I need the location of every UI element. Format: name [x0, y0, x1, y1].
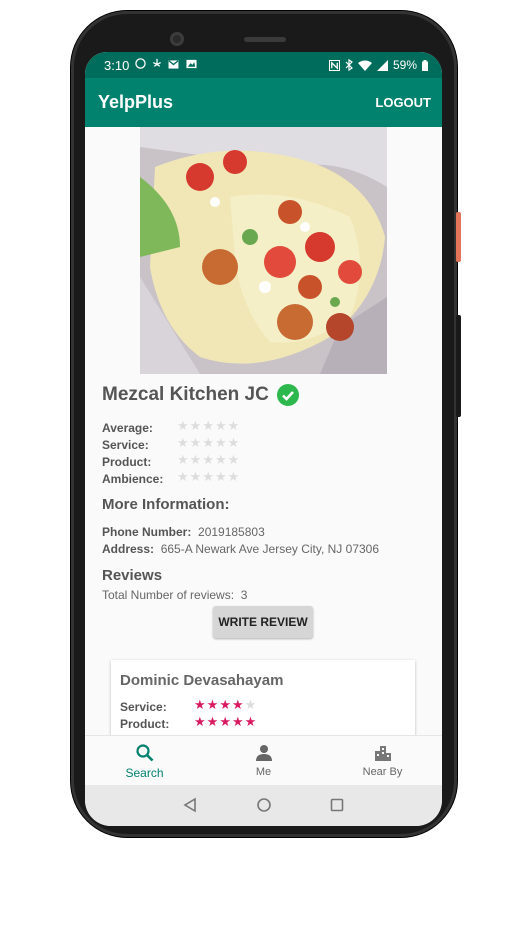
- star-empty-icon: ★: [189, 452, 203, 467]
- star-empty-icon: ★: [214, 418, 228, 433]
- rating-label-service: Service:: [102, 438, 149, 452]
- phone-label: Phone Number:: [102, 525, 192, 539]
- star-empty-icon: ★: [214, 469, 228, 484]
- reviews-heading: Reviews: [102, 567, 163, 584]
- phone-number[interactable]: 2019185803: [198, 525, 265, 539]
- app-bar: YelpPlus LOGOUT: [85, 78, 442, 127]
- star-empty-icon: ★: [202, 418, 215, 433]
- star-empty-icon: ★: [227, 469, 241, 484]
- city-icon: [374, 746, 391, 761]
- person-icon: [255, 745, 272, 761]
- star-empty-icon: ★: [189, 435, 203, 450]
- nav-near-by[interactable]: Near By: [323, 736, 442, 786]
- star-filled-icon: ★: [219, 697, 232, 712]
- star-empty-icon: ★: [227, 418, 241, 433]
- review-service-stars: ★★★★★: [194, 697, 257, 713]
- system-icons: 59%: [328, 58, 428, 72]
- star-filled-icon: ★: [194, 697, 207, 712]
- review-service-label: Service:: [120, 700, 167, 714]
- more-info-heading: More Information:: [102, 496, 230, 513]
- notification-icons: [135, 58, 197, 72]
- address-row: Address: 665-A Newark Ave Jersey City, N…: [102, 542, 379, 556]
- address-label: Address:: [102, 542, 155, 556]
- star-empty-icon: ★: [227, 452, 241, 467]
- nav-me-label: Me: [255, 766, 272, 778]
- phone-row: Phone Number: 2019185803: [102, 525, 265, 539]
- reviewer-name: Dominic Devasahayam: [120, 672, 284, 689]
- star-filled-icon: ★: [194, 714, 207, 729]
- write-review-button[interactable]: WRITE REVIEW: [213, 606, 313, 638]
- star-empty-icon: ★: [177, 435, 190, 450]
- star-empty-icon: ★: [177, 452, 190, 467]
- total-reviews-row: Total Number of reviews: 3: [102, 588, 247, 602]
- volume-button: [456, 315, 461, 417]
- power-button: [456, 212, 461, 262]
- star-empty-icon: ★: [202, 435, 215, 450]
- rating-label-ambience: Ambience:: [102, 472, 164, 486]
- rating-label-product: Product:: [102, 455, 152, 469]
- photo-icon: [185, 59, 197, 69]
- business-name-row: Mezcal Kitchen JC: [102, 384, 299, 406]
- star-filled-icon: ★: [219, 714, 232, 729]
- nav-search-label: Search: [125, 766, 164, 780]
- stars-average: ★★★★★: [177, 418, 240, 434]
- system-navigation-bar: [85, 785, 442, 826]
- star-empty-icon: ★: [244, 697, 258, 712]
- star-empty-icon: ★: [189, 469, 203, 484]
- star-filled-icon: ★: [206, 714, 220, 729]
- status-bar: 3:10 59%: [85, 52, 442, 78]
- nav-search[interactable]: Search: [85, 736, 204, 786]
- wifi-icon: [357, 60, 372, 71]
- gmail-icon: [168, 60, 179, 69]
- business-detail-content[interactable]: Mezcal Kitchen JC Average: ★★★★★ Service…: [85, 127, 442, 735]
- bottom-navigation: Search Me Near By: [85, 735, 442, 786]
- star-empty-icon: ★: [202, 469, 215, 484]
- app-title: YelpPlus: [98, 92, 174, 112]
- home-icon[interactable]: [255, 796, 273, 814]
- nav-near-by-label: Near By: [362, 766, 403, 778]
- total-reviews-label: Total Number of reviews:: [102, 588, 235, 602]
- earpiece-speaker: [244, 37, 286, 42]
- business-name: Mezcal Kitchen JC: [102, 384, 269, 405]
- stars-product: ★★★★★: [177, 452, 240, 468]
- star-empty-icon: ★: [227, 435, 241, 450]
- address-value[interactable]: 665-A Newark Ave Jersey City, NJ 07306: [161, 542, 379, 556]
- star-empty-icon: ★: [177, 469, 190, 484]
- business-photo: [140, 127, 387, 374]
- battery-icon: [422, 59, 428, 71]
- nav-me[interactable]: Me: [204, 736, 323, 786]
- battery-percent: 59%: [392, 58, 417, 72]
- verified-check-icon: [276, 384, 299, 406]
- yelp-icon: [153, 58, 162, 67]
- star-filled-icon: ★: [231, 697, 245, 712]
- logout-button[interactable]: LOGOUT: [375, 95, 431, 110]
- star-filled-icon: ★: [231, 714, 245, 729]
- review-card[interactable]: Dominic Devasahayam Service: ★★★★★ Produ…: [111, 660, 415, 735]
- front-camera: [170, 32, 184, 46]
- review-product-label: Product:: [120, 717, 170, 731]
- star-empty-icon: ★: [214, 452, 228, 467]
- star-empty-icon: ★: [214, 435, 228, 450]
- nfc-icon: [328, 59, 340, 71]
- star-empty-icon: ★: [177, 418, 190, 433]
- status-time: 3:10: [104, 57, 130, 73]
- star-filled-icon: ★: [244, 714, 258, 729]
- review-product-stars: ★★★★★: [194, 714, 257, 730]
- star-filled-icon: ★: [206, 697, 220, 712]
- search-icon: [135, 744, 153, 762]
- back-icon[interactable]: [181, 796, 199, 814]
- star-empty-icon: ★: [189, 418, 203, 433]
- recents-icon[interactable]: [328, 796, 346, 814]
- screen: 3:10 59% YelpPlus LOGOUT Mezcal Kitchen …: [85, 52, 442, 826]
- stars-service: ★★★★★: [177, 435, 240, 451]
- bluetooth-icon: [345, 59, 353, 71]
- total-reviews-count: 3: [240, 588, 248, 602]
- star-empty-icon: ★: [202, 452, 215, 467]
- whatsapp-icon: [135, 58, 147, 69]
- rating-label-average: Average:: [102, 421, 153, 435]
- stars-ambience: ★★★★★: [177, 469, 240, 485]
- signal-icon: [376, 59, 388, 71]
